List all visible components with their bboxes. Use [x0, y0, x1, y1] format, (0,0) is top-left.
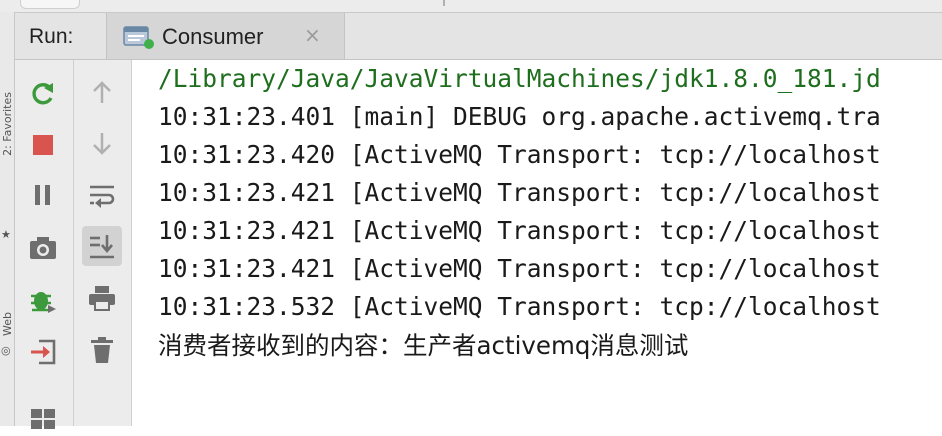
web-tool-button[interactable]: Web: [1, 312, 14, 336]
layout-button[interactable]: [23, 396, 63, 436]
rerun-icon: [32, 83, 53, 105]
print-icon: [89, 286, 115, 311]
favorites-tool-button[interactable]: 2: Favorites: [1, 92, 14, 156]
stop-button[interactable]: [23, 125, 63, 165]
rerun-button[interactable]: [23, 74, 63, 114]
pause-button[interactable]: [23, 175, 63, 215]
console-line-message: 消费者接收到的内容：生产者activemq消息测试: [158, 331, 689, 360]
console-line-command: /Library/Java/JavaVirtualMachines/jdk1.8…: [158, 64, 881, 93]
layout-icon: [31, 409, 55, 429]
soft-wrap-button[interactable]: [82, 175, 122, 215]
exit-icon: [31, 339, 56, 365]
up-stack-button[interactable]: [82, 72, 122, 112]
console-line: 10:31:23.532 [ActiveMQ Transport: tcp://…: [158, 292, 881, 321]
exit-button[interactable]: [23, 332, 63, 372]
dump-threads-button[interactable]: [23, 228, 63, 268]
run-toolbar-primary: [15, 60, 74, 429]
camera-icon: [30, 237, 56, 259]
clear-button[interactable]: [82, 330, 122, 370]
console-line: 10:31:23.420 [ActiveMQ Transport: tcp://…: [158, 140, 881, 169]
debug-button[interactable]: [23, 280, 63, 320]
pause-icon: [35, 185, 50, 205]
run-label: Run:: [29, 25, 74, 48]
run-toolbar-secondary: [74, 60, 132, 426]
console-line: 10:31:23.421 [ActiveMQ Transport: tcp://…: [158, 216, 881, 245]
bug-icon: [31, 292, 56, 313]
editor-tab-stub[interactable]: [20, 0, 80, 9]
trash-icon: [91, 337, 113, 363]
console-line: 10:31:23.421 [ActiveMQ Transport: tcp://…: [158, 254, 881, 283]
stop-icon: [33, 135, 53, 155]
scroll-end-icon: [90, 235, 114, 259]
print-button[interactable]: [82, 278, 122, 318]
left-tool-stripe: 2: Favorites ★ Web ◎: [0, 12, 15, 426]
down-stack-button[interactable]: [82, 124, 122, 164]
console-output[interactable]: /Library/Java/JavaVirtualMachines/jdk1.8…: [132, 60, 942, 426]
run-tool-window-header: Run: Consumer ×: [15, 13, 942, 60]
arrow-down-icon: [93, 133, 111, 155]
close-icon[interactable]: ×: [304, 25, 321, 45]
scroll-to-end-button[interactable]: [82, 226, 122, 266]
tab-strip-separator: [443, 0, 445, 6]
globe-icon: ◎: [1, 344, 11, 357]
wrap-icon: [90, 185, 115, 208]
arrow-up-icon: [93, 81, 111, 103]
editor-tab-strip: [0, 0, 942, 13]
star-icon: ★: [1, 228, 11, 241]
console-line: 10:31:23.401 [main] DEBUG org.apache.act…: [158, 102, 881, 131]
run-config-icon: [123, 25, 155, 49]
tab-consumer[interactable]: Consumer ×: [106, 13, 345, 59]
tab-label: Consumer: [162, 24, 264, 49]
console-line: 10:31:23.421 [ActiveMQ Transport: tcp://…: [158, 178, 881, 207]
